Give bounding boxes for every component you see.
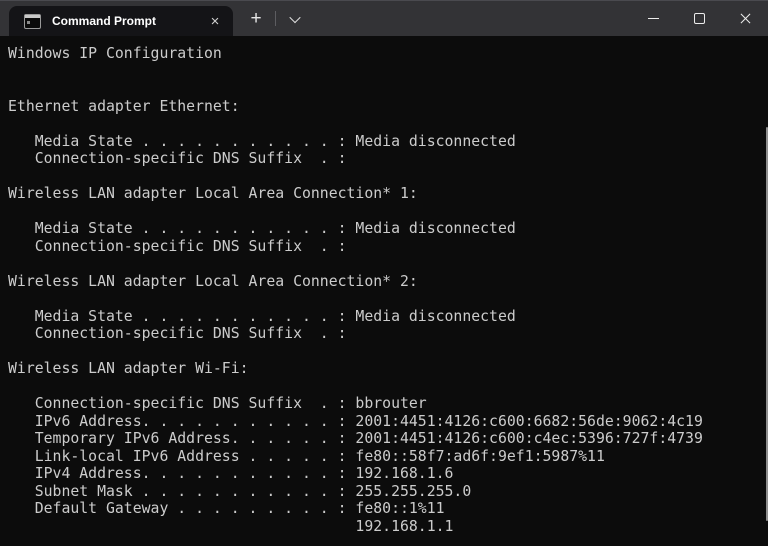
- command-prompt-icon: [24, 14, 41, 29]
- chevron-down-icon: [289, 11, 300, 22]
- minimize-button[interactable]: [630, 1, 676, 36]
- terminal-viewport[interactable]: Windows IP Configuration Ethernet adapte…: [0, 37, 768, 546]
- terminal-output: Windows IP Configuration Ethernet adapte…: [8, 45, 768, 535]
- tab-title: Command Prompt: [52, 14, 203, 28]
- close-icon: [739, 12, 752, 25]
- tab-close-icon[interactable]: ×: [203, 9, 227, 33]
- maximize-icon: [694, 13, 705, 24]
- tab-command-prompt[interactable]: Command Prompt ×: [9, 6, 233, 36]
- titlebar: Command Prompt × +: [0, 1, 768, 36]
- close-button[interactable]: [722, 1, 768, 36]
- new-tab-button[interactable]: +: [239, 5, 273, 33]
- terminal-window: Command Prompt × + Windows IP Configurat…: [0, 0, 768, 546]
- minimize-icon: [648, 18, 659, 19]
- maximize-button[interactable]: [676, 1, 722, 36]
- window-controls: [630, 1, 768, 36]
- titlebar-separator: [275, 11, 276, 26]
- tab-dropdown-button[interactable]: [278, 5, 312, 33]
- titlebar-drag-region[interactable]: [312, 1, 630, 36]
